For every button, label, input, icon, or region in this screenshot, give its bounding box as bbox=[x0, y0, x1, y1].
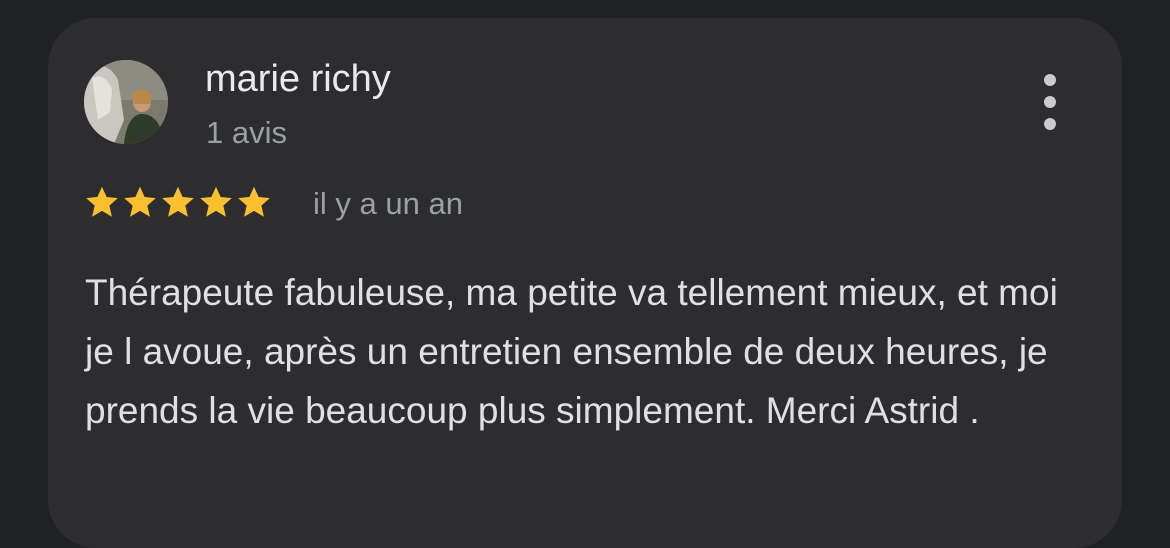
more-vert-icon-dot bbox=[1044, 118, 1056, 130]
avatar[interactable] bbox=[84, 60, 168, 144]
review-text: Thérapeute fabuleuse, ma petite va telle… bbox=[85, 272, 1058, 431]
star-icon bbox=[238, 186, 270, 217]
star-rating bbox=[84, 184, 272, 220]
review-date: il y a un an bbox=[313, 186, 463, 221]
more-vert-icon-dot bbox=[1044, 96, 1056, 108]
review-count: 1 avis bbox=[206, 115, 287, 150]
star-icon bbox=[200, 186, 232, 217]
more-vert-icon bbox=[1044, 74, 1056, 86]
star-icon bbox=[86, 186, 118, 217]
avatar-photo bbox=[84, 60, 168, 144]
star-icon bbox=[162, 186, 194, 217]
reviewer-name[interactable]: marie richy bbox=[205, 58, 391, 101]
star-icon bbox=[124, 186, 156, 217]
more-options-button[interactable] bbox=[1030, 74, 1070, 130]
